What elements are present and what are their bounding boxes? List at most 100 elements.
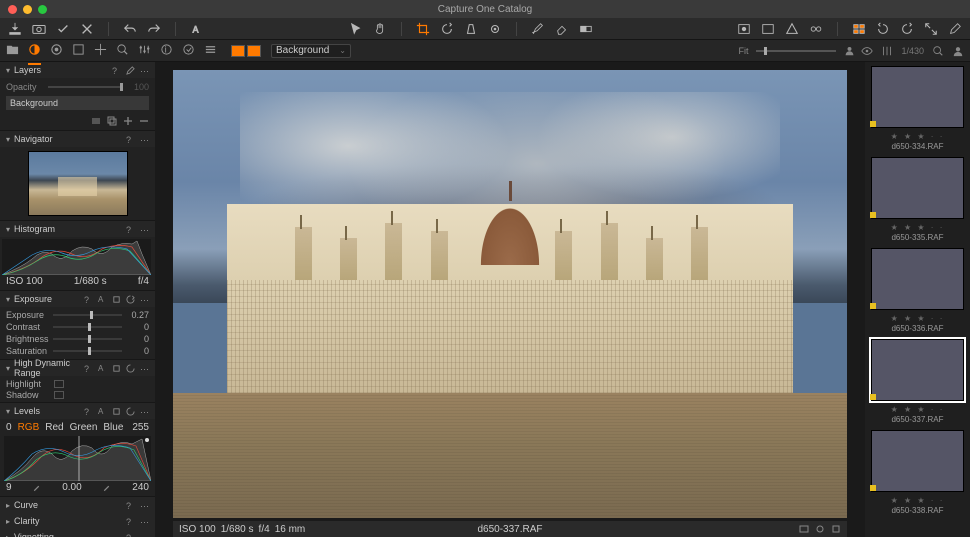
warning-icon[interactable] bbox=[785, 22, 799, 36]
brush-icon[interactable] bbox=[126, 66, 135, 75]
slider-track[interactable] bbox=[53, 350, 122, 352]
help-icon[interactable]: ? bbox=[126, 517, 135, 526]
sliders-icon[interactable] bbox=[881, 45, 893, 57]
lens-tab[interactable] bbox=[50, 43, 63, 59]
menu-icon[interactable] bbox=[204, 43, 217, 59]
user2-icon[interactable] bbox=[952, 45, 964, 57]
levels-display[interactable] bbox=[4, 436, 151, 481]
picker-black-icon[interactable] bbox=[32, 483, 41, 492]
reset-icon[interactable] bbox=[126, 364, 135, 373]
levels-tab-green[interactable]: Green bbox=[70, 422, 98, 433]
help-icon[interactable]: ? bbox=[126, 501, 135, 510]
help-icon[interactable]: ? bbox=[126, 135, 135, 144]
levels-tab-red[interactable]: Red bbox=[45, 422, 63, 433]
auto-icon[interactable]: A bbox=[98, 364, 107, 373]
help-icon[interactable]: ? bbox=[126, 225, 135, 234]
rotate-right-icon[interactable] bbox=[900, 22, 914, 36]
rating-stars[interactable]: ★ ★ ★ · · bbox=[865, 223, 970, 232]
search-icon[interactable] bbox=[932, 45, 944, 57]
levels-high-out[interactable]: 240 bbox=[132, 482, 149, 493]
rating-icon[interactable] bbox=[815, 524, 825, 534]
undo-icon[interactable] bbox=[123, 22, 137, 36]
camera-icon[interactable] bbox=[32, 22, 46, 36]
help-icon[interactable]: ? bbox=[84, 295, 93, 304]
more-icon[interactable]: ⋯ bbox=[140, 66, 149, 75]
disclosure-icon[interactable]: ▾ bbox=[6, 225, 10, 234]
gradient-tool-icon[interactable] bbox=[579, 22, 593, 36]
disclosure-icon[interactable]: ▾ bbox=[6, 364, 10, 373]
reset-icon[interactable] bbox=[126, 407, 135, 416]
thumbnail[interactable] bbox=[871, 430, 964, 492]
copy-icon[interactable] bbox=[112, 364, 121, 373]
reject-icon[interactable] bbox=[80, 22, 94, 36]
details-tab[interactable] bbox=[94, 43, 107, 59]
library-tab[interactable] bbox=[6, 43, 19, 59]
disclosure-icon[interactable]: ▾ bbox=[6, 135, 10, 144]
cursor-tool-icon[interactable] bbox=[349, 22, 363, 36]
levels-tab-rgb[interactable]: RGB bbox=[18, 422, 40, 433]
more-icon[interactable]: ⋯ bbox=[140, 364, 149, 373]
variant-select[interactable]: Background ⌄ bbox=[271, 44, 351, 58]
navigator-thumbnail[interactable] bbox=[28, 151, 128, 216]
redo-icon[interactable] bbox=[147, 22, 161, 36]
rotate-left-icon[interactable] bbox=[876, 22, 890, 36]
crop-tool-icon[interactable] bbox=[416, 22, 430, 36]
help-icon[interactable]: ? bbox=[84, 364, 93, 373]
metadata-tab[interactable]: i bbox=[160, 43, 173, 59]
rating-stars[interactable]: ★ ★ ★ · · bbox=[865, 405, 970, 414]
more-icon[interactable]: ⋯ bbox=[140, 407, 149, 416]
expand-icon[interactable] bbox=[924, 22, 938, 36]
color-tab[interactable] bbox=[72, 43, 85, 59]
disclosure-icon[interactable]: ▸ bbox=[6, 533, 10, 537]
copy-layer-icon[interactable] bbox=[107, 116, 117, 126]
prev-icon[interactable] bbox=[799, 524, 809, 534]
user-icon[interactable] bbox=[844, 45, 855, 56]
import-icon[interactable] bbox=[8, 22, 22, 36]
thumbnail[interactable] bbox=[871, 157, 964, 219]
hand-tool-icon[interactable] bbox=[373, 22, 387, 36]
image-canvas[interactable] bbox=[173, 70, 847, 518]
highlight-value[interactable] bbox=[54, 380, 64, 388]
more-icon[interactable]: ⋯ bbox=[140, 533, 149, 537]
levels-tab-blue[interactable]: Blue bbox=[103, 422, 123, 433]
disclosure-icon[interactable]: ▾ bbox=[6, 407, 10, 416]
maximize-window-icon[interactable] bbox=[38, 5, 47, 14]
zoom-slider[interactable] bbox=[756, 50, 836, 52]
keystone-tool-icon[interactable] bbox=[464, 22, 478, 36]
disclosure-icon[interactable]: ▾ bbox=[6, 295, 10, 304]
more-icon[interactable]: ⋯ bbox=[140, 135, 149, 144]
picker-white-icon[interactable] bbox=[102, 483, 111, 492]
add-layer-icon[interactable] bbox=[123, 116, 133, 126]
thumbnail[interactable] bbox=[871, 66, 964, 128]
disclosure-icon[interactable]: ▸ bbox=[6, 517, 10, 526]
shadow-value[interactable] bbox=[54, 391, 64, 399]
rating-stars[interactable]: ★ ★ ★ · · bbox=[865, 314, 970, 323]
brush-tool-icon[interactable] bbox=[531, 22, 545, 36]
glasses-icon[interactable] bbox=[809, 22, 823, 36]
auto-icon[interactable]: A bbox=[98, 407, 107, 416]
multiview-icon[interactable] bbox=[852, 22, 866, 36]
local-tab[interactable] bbox=[116, 43, 129, 59]
tag-icon[interactable] bbox=[831, 524, 841, 534]
opacity-slider[interactable] bbox=[48, 86, 123, 88]
layer-opts-icon[interactable] bbox=[91, 116, 101, 126]
spot-tool-icon[interactable] bbox=[488, 22, 502, 36]
slider-track[interactable] bbox=[53, 326, 122, 328]
check-icon[interactable] bbox=[56, 22, 70, 36]
delete-layer-icon[interactable] bbox=[139, 116, 149, 126]
view-mode[interactable] bbox=[231, 45, 261, 57]
thumbnail[interactable] bbox=[871, 339, 964, 401]
reset-icon[interactable] bbox=[126, 295, 135, 304]
exposure-tab[interactable] bbox=[28, 43, 41, 59]
auto-icon[interactable]: A bbox=[98, 295, 107, 304]
copy-icon[interactable] bbox=[112, 295, 121, 304]
more-icon[interactable]: ⋯ bbox=[140, 517, 149, 526]
disclosure-icon[interactable]: ▾ bbox=[6, 66, 10, 75]
focus-mask-icon[interactable] bbox=[761, 22, 775, 36]
output-tab[interactable] bbox=[182, 43, 195, 59]
levels-low-out[interactable]: 9 bbox=[6, 482, 12, 493]
edit-icon[interactable] bbox=[948, 22, 962, 36]
thumbnail[interactable] bbox=[871, 248, 964, 310]
more-icon[interactable]: ⋯ bbox=[140, 501, 149, 510]
eye-icon[interactable] bbox=[861, 45, 873, 57]
